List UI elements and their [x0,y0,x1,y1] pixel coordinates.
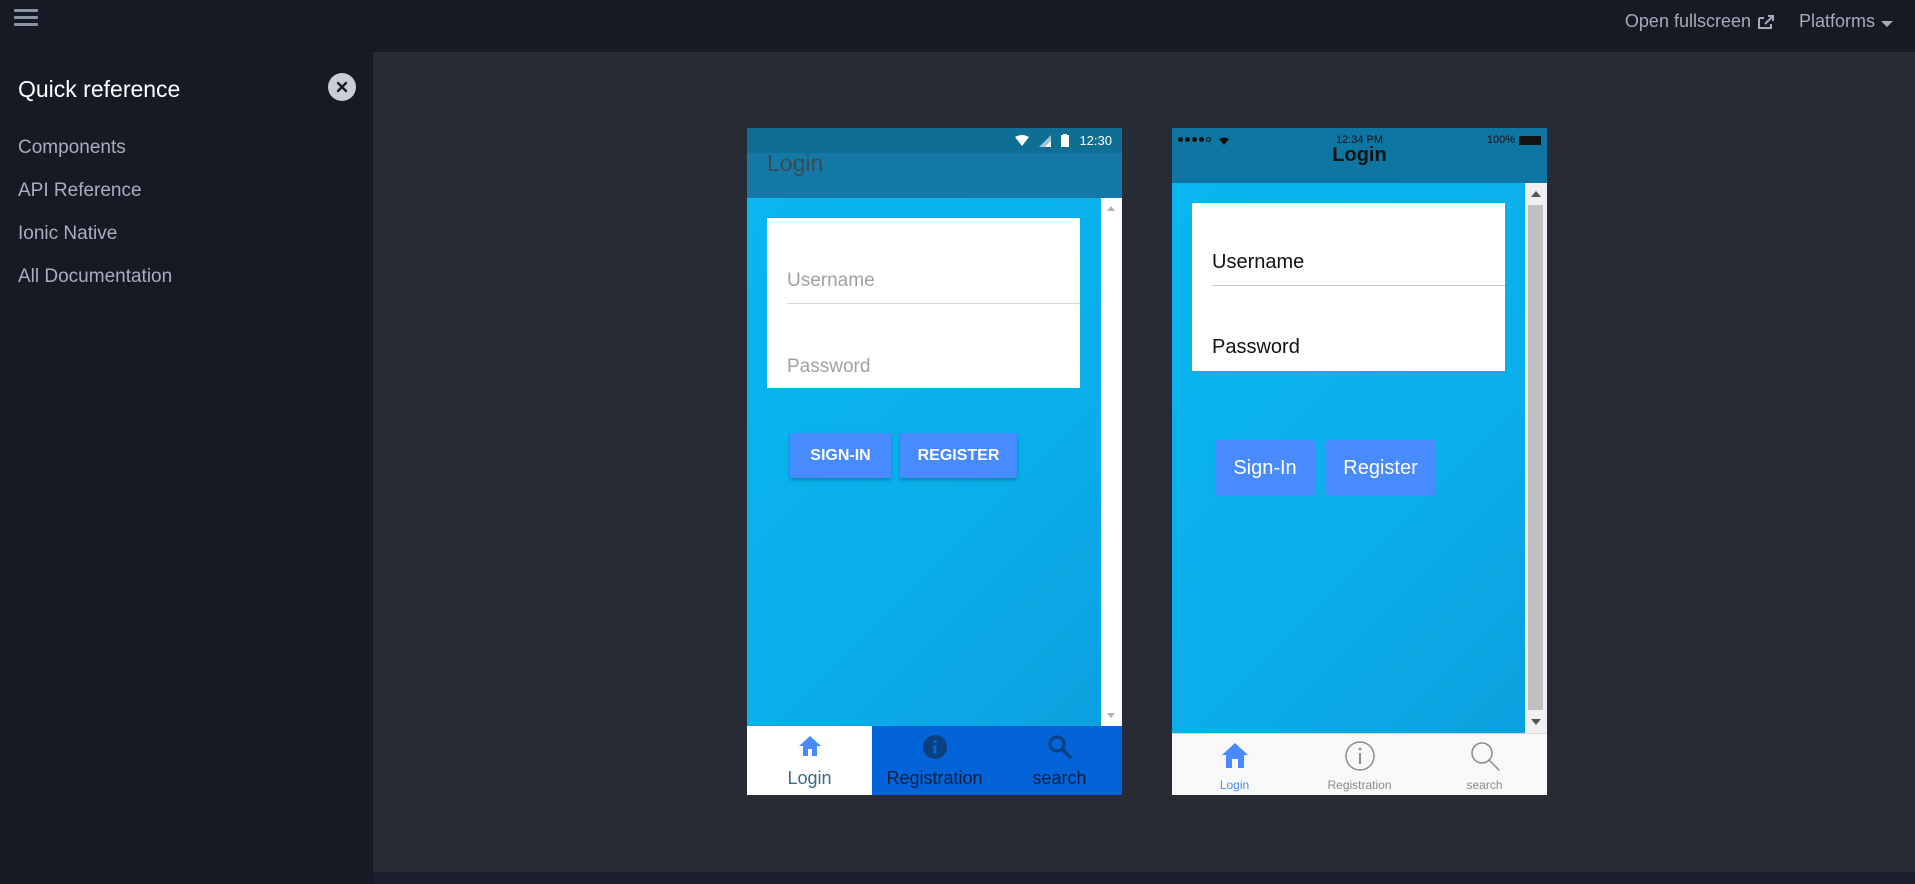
signal-icon [1039,134,1052,147]
caret-down-icon [1881,20,1893,27]
sign-in-button[interactable]: Sign-In [1215,440,1315,496]
tab-login[interactable]: Login [747,726,872,795]
tab-label: search [1466,778,1503,792]
home-icon [798,736,821,756]
android-tab-bar: Login Registration search [747,726,1122,795]
ios-page-title: Login [1332,144,1387,166]
android-page-title: Login [767,150,824,176]
ios-tab-bar: Login Registration search [1172,733,1547,795]
platforms-label: Platforms [1798,11,1875,31]
sidebar-title: Quick reference [18,76,181,102]
scroll-down-icon[interactable] [1107,713,1115,718]
info-icon [1344,741,1375,771]
ios-scrollbar[interactable] [1525,183,1547,733]
scroll-up-icon[interactable] [1531,191,1541,197]
password-input[interactable]: Password [1212,336,1505,359]
tab-label: Registration [1327,778,1392,792]
scroll-thumb[interactable] [1528,205,1543,710]
open-fullscreen-label: Open fullscreen [1624,11,1751,31]
ios-content: Username Password Sign-In Register [1172,183,1547,733]
username-input[interactable]: Username [787,270,1080,304]
menu-icon[interactable] [14,9,38,29]
tab-label: Login [1219,778,1250,792]
tab-search[interactable]: search [997,726,1122,795]
sidebar-item-api-reference[interactable]: API Reference [18,169,172,212]
open-fullscreen-link[interactable]: Open fullscreen [1625,11,1775,32]
register-button[interactable]: Register [1325,440,1436,496]
android-preview: 12:30 Login Username Password SIGN-IN RE… [747,128,1122,795]
tab-label: Registration [886,768,983,788]
tab-login[interactable]: Login [1172,734,1297,795]
android-status-time: 12:30 [1079,133,1112,148]
scroll-up-icon[interactable] [1107,206,1115,211]
platforms-dropdown[interactable]: Platforms [1799,11,1893,32]
wifi-icon [1015,135,1030,146]
close-icon[interactable] [328,73,356,101]
top-bar: Open fullscreen Platforms [0,0,1915,52]
external-link-icon [1758,14,1774,29]
scroll-down-icon[interactable] [1531,719,1541,725]
android-scrollbar[interactable] [1101,198,1122,726]
login-form-card: Username Password [767,218,1080,388]
sidebar-nav: Components API Reference Ionic Native Al… [18,126,172,298]
tab-label: Login [787,768,832,788]
tab-registration[interactable]: Registration [1297,734,1422,795]
android-content: Username Password SIGN-IN REGISTER [747,198,1122,726]
login-form-card: Username Password [1192,203,1505,371]
sidebar-item-all-documentation[interactable]: All Documentation [18,255,172,298]
ios-header: 12:34 PM 100% Login [1172,128,1547,183]
tab-registration[interactable]: Registration [872,726,997,795]
battery-icon [1061,134,1070,147]
ios-preview: 12:34 PM 100% Login Username Password Si… [1172,128,1547,795]
sidebar-item-ionic-native[interactable]: Ionic Native [18,212,172,255]
home-icon [1221,743,1248,768]
tab-label: search [1032,768,1087,788]
preview-area [373,52,1915,872]
register-button[interactable]: REGISTER [900,433,1017,478]
quick-reference-sidebar: Quick reference Components API Reference… [0,52,373,884]
android-header: Login [747,150,1122,198]
search-icon [1048,735,1072,759]
password-input[interactable]: Password [787,356,1080,378]
username-input[interactable]: Username [1212,251,1505,286]
sign-in-button[interactable]: SIGN-IN [790,433,891,478]
sidebar-item-components[interactable]: Components [18,126,172,169]
search-icon [1470,742,1500,771]
tab-search[interactable]: search [1422,734,1547,795]
info-icon [922,735,947,759]
